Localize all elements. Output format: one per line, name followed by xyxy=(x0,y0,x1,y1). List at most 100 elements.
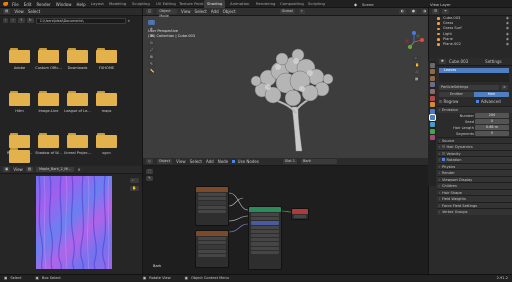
fb-menu-select[interactable]: Select xyxy=(28,9,40,14)
folder-icon[interactable] xyxy=(9,48,30,63)
folder-label[interactable]: FXHOME xyxy=(92,66,122,70)
parent-button[interactable]: ↑ xyxy=(17,18,25,23)
folder-icon[interactable] xyxy=(9,91,30,106)
pan-icon[interactable]: ✋ xyxy=(413,63,422,68)
mode-dropdown[interactable]: Object Mode xyxy=(157,9,178,18)
close-icon[interactable]: × xyxy=(77,167,80,172)
section-checkbox[interactable] xyxy=(442,151,445,155)
section-checkbox[interactable] xyxy=(442,158,445,161)
vp-menu-select[interactable]: Select xyxy=(195,9,207,14)
annotate-tool-icon[interactable]: ✎ xyxy=(148,62,155,67)
blender-logo-icon[interactable] xyxy=(3,2,8,6)
shading-material-icon[interactable]: ◑ xyxy=(420,9,428,14)
shading-solid-icon[interactable]: ● xyxy=(409,9,417,14)
forward-button[interactable]: › xyxy=(10,18,16,23)
rotate-tool-icon[interactable]: ↻ xyxy=(148,41,155,46)
select-tool-icon[interactable]: ⬚ xyxy=(148,20,155,25)
tab-uv-editing[interactable]: UV Editing xyxy=(153,0,179,8)
folder-label[interactable]: Unreal Projec... xyxy=(63,151,93,155)
menu-window[interactable]: Window xyxy=(56,2,72,7)
material-output-node[interactable] xyxy=(291,208,309,220)
folder-label[interactable]: League of Le... xyxy=(63,109,93,113)
3d-viewport[interactable]: ◱ Object Mode View Select Add Object Glo… xyxy=(143,8,428,158)
modifier-tab-icon[interactable] xyxy=(429,108,435,114)
folder-icon[interactable] xyxy=(96,91,117,106)
editor-type-button[interactable]: ▤ xyxy=(3,9,11,14)
emitter-toggle[interactable]: Emitter xyxy=(439,92,474,97)
snap-icon[interactable]: ⌖ xyxy=(298,9,305,14)
vp-menu-object[interactable]: Object xyxy=(223,9,236,14)
tab-layout[interactable]: Layout xyxy=(88,0,107,8)
folder-icon[interactable] xyxy=(38,133,59,148)
view-layer-name[interactable]: View Layer xyxy=(430,2,451,7)
tab-rendering[interactable]: Rendering xyxy=(253,0,278,8)
ie-menu-view[interactable]: View xyxy=(13,167,23,172)
search-icon[interactable]: ⌕ xyxy=(128,18,130,23)
physics-tab-icon[interactable] xyxy=(429,121,435,127)
property-value-field[interactable]: 200 xyxy=(475,113,509,118)
tab-compositing[interactable]: Compositing xyxy=(277,0,307,8)
scale-tool-icon[interactable]: ⤢ xyxy=(148,48,155,53)
vp-menu-view[interactable]: View xyxy=(181,9,191,14)
particle-system-list[interactable]: Leaves xyxy=(439,68,509,82)
folder-label[interactable]: Downloads xyxy=(63,66,93,70)
tab-texture-paint[interactable]: Texture Paint xyxy=(176,0,207,8)
folder-label[interactable]: Custom Offic... xyxy=(34,66,64,70)
orientation-dropdown[interactable]: Global xyxy=(279,9,295,14)
tab-scripting[interactable]: Scripting xyxy=(305,0,328,8)
folder-icon[interactable] xyxy=(9,148,30,163)
filter-icon[interactable]: ⏷ xyxy=(442,9,449,14)
menu-file[interactable]: File xyxy=(12,2,19,7)
fb-menu-view[interactable]: View xyxy=(14,9,24,14)
advanced-checkbox[interactable] xyxy=(476,100,480,103)
transform-tool-icon[interactable]: ⊞ xyxy=(148,55,155,60)
tab-shading[interactable]: Shading xyxy=(204,0,226,8)
particle-settings-field[interactable]: ParticleSettings xyxy=(439,85,499,90)
grid-icon[interactable]: ▦ xyxy=(413,77,422,82)
folder-icon[interactable] xyxy=(67,91,88,106)
eye-icon[interactable]: ◉ xyxy=(506,42,509,47)
normal-texture-node[interactable] xyxy=(195,230,229,268)
property-value-field[interactable]: 0.68 m xyxy=(475,125,509,130)
folder-label[interactable]: vgcn xyxy=(92,151,122,155)
constraints-tab-icon[interactable] xyxy=(429,128,435,134)
image-texture-node[interactable] xyxy=(195,186,229,226)
editor-type-button[interactable]: ▣ xyxy=(3,167,11,172)
particle-system-item[interactable]: Leaves xyxy=(439,68,509,73)
overlay-icon[interactable]: ◐ xyxy=(398,9,406,14)
render-tab-icon[interactable] xyxy=(429,69,435,75)
editor-type-button[interactable]: ☰ xyxy=(432,9,440,14)
folder-icon[interactable] xyxy=(38,91,59,106)
measure-tool-icon[interactable]: 📏 xyxy=(148,69,155,74)
hair-toggle[interactable]: Hair xyxy=(474,92,509,97)
section-header[interactable]: Vertex Groups xyxy=(437,208,512,215)
close-icon[interactable]: × xyxy=(501,85,508,90)
outliner-item[interactable]: Plane.002 ◉ xyxy=(429,42,512,47)
principled-bsdf-node[interactable] xyxy=(248,206,282,270)
tab-animation[interactable]: Animation xyxy=(227,0,252,8)
camera-icon[interactable]: 🎥 xyxy=(413,70,422,75)
pan-icon[interactable]: ✋ xyxy=(130,186,139,191)
folder-icon[interactable] xyxy=(67,133,88,148)
object-tab-icon[interactable] xyxy=(429,102,435,108)
folder-icon[interactable] xyxy=(96,48,117,63)
view-layer-tab-icon[interactable] xyxy=(429,82,435,88)
world-tab-icon[interactable] xyxy=(429,95,435,101)
scene-name[interactable]: Scene xyxy=(362,2,374,7)
folder-icon[interactable] xyxy=(67,48,88,63)
folder-label[interactable]: maps xyxy=(92,109,122,113)
property-value-field[interactable]: 5 xyxy=(475,131,509,136)
menu-edit[interactable]: Edit xyxy=(24,2,32,7)
particles-tab-icon[interactable] xyxy=(428,114,436,122)
tool-tab-icon[interactable] xyxy=(429,62,435,68)
editor-type-button[interactable]: ◱ xyxy=(146,9,154,14)
folder-label[interactable]: Adobe xyxy=(5,66,35,70)
folder-label[interactable]: Image-Line xyxy=(34,109,64,113)
menu-help[interactable]: Help xyxy=(76,2,85,7)
folder-icon[interactable] xyxy=(9,133,30,148)
path-field[interactable]: C:\Users\Ideal\Documents\ xyxy=(35,17,126,24)
zoom-icon[interactable]: ⌕ xyxy=(130,178,139,183)
folder-label[interactable]: Shadow of W... xyxy=(34,151,64,155)
section-checkbox[interactable] xyxy=(442,145,445,148)
regrow-checkbox[interactable] xyxy=(439,100,442,103)
